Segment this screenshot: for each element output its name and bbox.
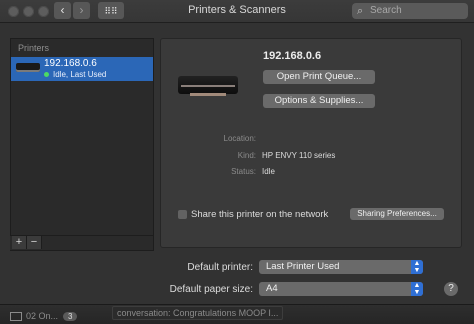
printer-image [178, 74, 238, 96]
default-paper-size-value: A4 [266, 283, 278, 294]
share-printer-label: Share this printer on the network [191, 209, 329, 220]
status-dot-icon [44, 72, 49, 78]
printer-list-item-status: Idle, Last Used [44, 70, 106, 79]
printer-status-text: Idle, Last Used [53, 70, 107, 79]
kind-value: HP ENVY 110 series [262, 151, 336, 160]
share-printer-checkbox[interactable] [178, 210, 187, 219]
default-paper-size-label: Default paper size: [169, 284, 253, 295]
sidebar-button-bar: + − [10, 235, 153, 250]
status-value: Idle [262, 167, 275, 176]
printer-name: 192.168.0.6 [263, 50, 322, 62]
printers-list: Printers 192.168.0.6 Idle, Last Used [10, 38, 154, 251]
location-label: Location: [223, 134, 256, 143]
remove-printer-button[interactable]: − [27, 236, 42, 249]
help-button[interactable]: ? [444, 282, 458, 296]
add-printer-button[interactable]: + [12, 236, 27, 249]
search-field[interactable]: ⌕ Search [352, 3, 468, 19]
open-print-queue-button[interactable]: Open Print Queue... [263, 70, 375, 84]
count-badge: 3 [63, 312, 78, 321]
title-bar: ‹ › ⠿⠿ Printers & Scanners ⌕ Search [0, 0, 474, 23]
background-window-strip: 02 On... 3 conversation: Congratulations … [0, 304, 474, 324]
printer-icon [16, 63, 40, 72]
background-conversation-label: conversation: Congratulations MOOP I... [112, 306, 284, 320]
default-paper-size-select[interactable]: A4 ▲ ▼ [259, 282, 423, 296]
default-printer-value: Last Printer Used [266, 261, 340, 272]
printer-detail-panel: 192.168.0.6 Open Print Queue... Options … [160, 38, 462, 248]
printer-list-item-name: 192.168.0.6 [44, 58, 97, 69]
search-icon: ⌕ [357, 5, 364, 17]
kind-label: Kind: [237, 151, 256, 160]
background-folder-label: 02 On... [26, 311, 59, 321]
status-label: Status: [231, 167, 256, 176]
printer-list-item[interactable]: 192.168.0.6 Idle, Last Used [11, 57, 153, 81]
sharing-preferences-button[interactable]: Sharing Preferences... [350, 208, 444, 220]
updown-arrow-icon: ▲ ▼ [411, 260, 423, 274]
background-folder-item[interactable]: 02 On... 3 [10, 311, 78, 322]
updown-arrow-icon: ▲ ▼ [411, 282, 423, 296]
search-placeholder: Search [370, 5, 402, 16]
default-printer-select[interactable]: Last Printer Used ▲ ▼ [259, 260, 423, 274]
background-conversation-item[interactable]: conversation: Congratulations MOOP I... [112, 306, 284, 320]
default-printer-label: Default printer: [187, 262, 253, 273]
folder-icon [10, 312, 22, 322]
printers-list-header: Printers [18, 43, 50, 53]
options-supplies-button[interactable]: Options & Supplies... [263, 94, 375, 108]
